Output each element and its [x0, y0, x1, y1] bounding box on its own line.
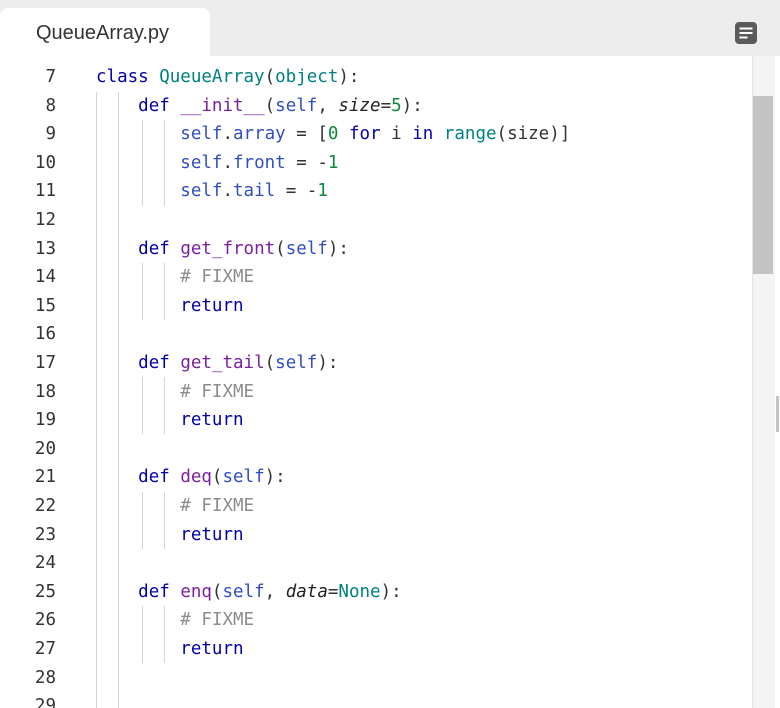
code-line: def deq(self):	[138, 467, 286, 488]
line-number: 26	[34, 610, 56, 631]
code-line: # FIXME	[180, 381, 255, 402]
scroll-marker	[776, 396, 779, 432]
line-number: 28	[34, 667, 56, 688]
code-line: return	[180, 524, 244, 545]
code-line: self.tail = -1	[180, 181, 328, 202]
line-number: 16	[34, 324, 56, 345]
code-line: def get_tail(self):	[138, 353, 339, 373]
line-number: 12	[34, 210, 56, 230]
code-line: def get_front(self):	[138, 238, 349, 259]
line-number: 13	[34, 238, 56, 259]
code-line: # FIXME	[180, 496, 255, 516]
line-number: 25	[34, 581, 56, 602]
line-number: 14	[34, 267, 56, 288]
line-number: 29	[34, 696, 56, 708]
line-number: 8	[45, 95, 56, 116]
code-line: # FIXME	[180, 267, 255, 288]
code-editor[interactable]: 7 8 9 10 11 12 13 14 15 16 17 18 19 20 2…	[0, 56, 780, 708]
line-number: 17	[34, 353, 56, 373]
code-line: class QueueArray(object):	[96, 67, 360, 87]
file-tab[interactable]: QueueArray.py	[0, 8, 210, 58]
code-line: def enq(self, data=None):	[138, 581, 402, 602]
line-number: 11	[34, 181, 56, 202]
line-number: 18	[34, 381, 56, 402]
code-line: return	[180, 639, 244, 659]
line-number: 24	[34, 553, 56, 574]
code-line: return	[180, 295, 244, 316]
line-number: 19	[34, 410, 56, 431]
line-number: 7	[45, 67, 56, 87]
line-number: 22	[34, 496, 56, 516]
code-line: self.array = [0 for i in range(size)]	[180, 124, 571, 145]
code-line: return	[180, 410, 244, 431]
line-number: 15	[34, 295, 56, 316]
line-number: 10	[34, 152, 56, 173]
line-number: 20	[34, 438, 56, 459]
line-number-gutter: 7 8 9 10 11 12 13 14 15 16 17 18 19 20 2…	[0, 56, 76, 708]
file-tab-title: QueueArray.py	[36, 22, 170, 44]
scrollbar-thumb[interactable]	[753, 96, 773, 274]
menu-button[interactable]	[734, 21, 758, 45]
line-number: 21	[34, 467, 56, 488]
code-area[interactable]: class QueueArray(object): def __init__(s…	[96, 56, 750, 708]
document-lines-icon	[735, 22, 757, 44]
code-line: def __init__(self, size=5):	[138, 95, 423, 116]
line-number: 9	[45, 124, 56, 145]
code-line: self.front = -1	[180, 152, 339, 173]
line-number: 27	[34, 639, 56, 659]
line-number: 23	[34, 524, 56, 545]
code-line: # FIXME	[180, 610, 255, 631]
